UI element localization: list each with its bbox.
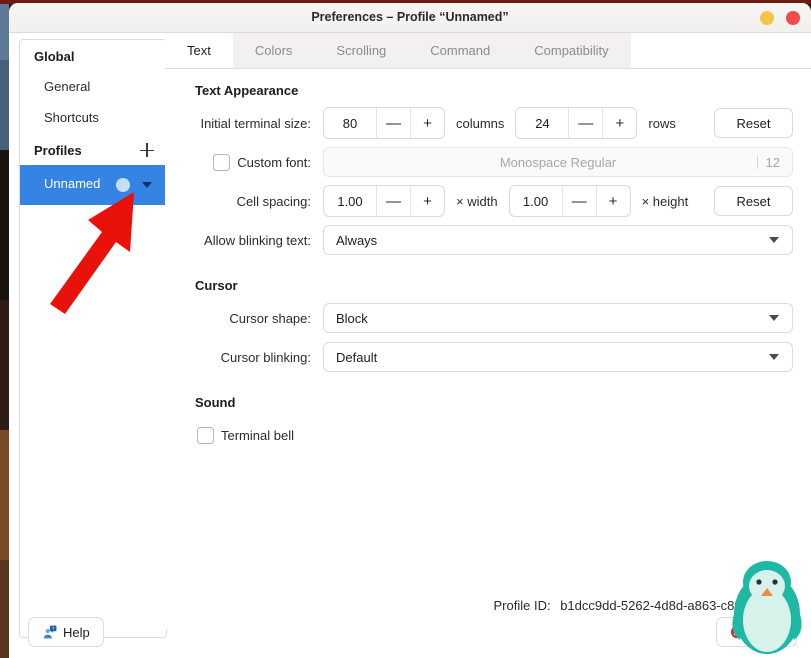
font-size-value: 12: [765, 154, 780, 170]
tab-bar-filler: [630, 33, 811, 68]
cursor-shape-select[interactable]: Block: [323, 303, 793, 333]
cell-width-stepper[interactable]: 1.00 — +: [323, 185, 445, 217]
rows-increment-button[interactable]: +: [602, 108, 636, 138]
label-initial-terminal-size: Initial terminal size:: [200, 115, 311, 131]
chevron-down-icon: [769, 315, 779, 321]
columns-unit-label: columns: [456, 115, 505, 131]
font-size-group: 12: [756, 148, 780, 176]
cell-height-stepper[interactable]: 1.00 — +: [508, 185, 631, 217]
custom-font-label-text: Custom font:: [237, 154, 311, 170]
help-button[interactable]: ? Help: [28, 617, 104, 647]
sidebar-heading-profiles: Profiles: [20, 133, 166, 165]
close-icon: [730, 625, 744, 639]
terminal-bell-checkbox[interactable]: [197, 426, 214, 444]
row-allow-blinking-text: Allow blinking text: Always: [183, 225, 793, 255]
cell-width-unit-label: × width: [456, 193, 498, 209]
cell-width-decrement-button[interactable]: —: [376, 186, 410, 216]
tab-bar: Text Colors Scrolling Command Compatibil…: [165, 33, 811, 69]
columns-decrement-button[interactable]: —: [376, 108, 410, 138]
reset-cell-spacing-button[interactable]: Reset: [714, 186, 793, 216]
font-name-value: Monospace Regular: [499, 154, 617, 170]
window-content: Global General Shortcuts Profiles Unname…: [9, 33, 811, 658]
cursor-shape-value: Block: [336, 310, 368, 326]
label-custom-font: Custom font:: [183, 153, 323, 171]
allow-blinking-text-value: Always: [336, 232, 378, 248]
cell-height-unit-label: × height: [641, 193, 689, 209]
chevron-down-icon: [769, 354, 779, 360]
font-size-separator: [756, 155, 758, 169]
sidebar-item-shortcuts[interactable]: Shortcuts: [20, 102, 166, 133]
sidebar-heading-global: Global: [34, 49, 75, 64]
desktop-background-strip: [0, 0, 9, 658]
cell-height-decrement-button[interactable]: —: [561, 186, 596, 216]
add-profile-button[interactable]: [136, 139, 158, 161]
preferences-window: Preferences – Profile “Unnamed” Global G…: [9, 3, 811, 658]
titlebar: Preferences – Profile “Unnamed”: [9, 3, 811, 33]
profile-name-label: Unnamed: [44, 176, 101, 191]
cell-width-increment-button[interactable]: +: [410, 186, 444, 216]
section-title-text-appearance: Text Appearance: [195, 83, 299, 98]
sidebar-item-general[interactable]: General: [20, 71, 166, 102]
label-allow-blinking-text: Allow blinking text:: [204, 232, 311, 248]
row-custom-font: Custom font: Monospace Regular 12: [183, 147, 793, 177]
cursor-blinking-select[interactable]: Default: [323, 342, 793, 372]
tab-scrolling[interactable]: Scrolling: [314, 33, 408, 68]
cell-width-value[interactable]: 1.00: [324, 186, 376, 216]
custom-font-checkbox[interactable]: [213, 153, 231, 171]
main-pane: Text Colors Scrolling Command Compatibil…: [165, 33, 811, 658]
allow-blinking-text-select[interactable]: Always: [323, 225, 793, 255]
chevron-down-icon[interactable]: [142, 182, 152, 188]
close-button-label: Close: [749, 624, 783, 640]
footer-bar: ? Help Close: [9, 607, 811, 658]
columns-stepper[interactable]: 80 — +: [323, 107, 445, 139]
rows-stepper[interactable]: 24 — +: [515, 107, 638, 139]
terminal-bell-label: Terminal bell: [221, 427, 294, 443]
row-cell-spacing: Cell spacing: 1.00 — + × width 1.00 — + …: [183, 185, 793, 217]
label-cell-spacing: Cell spacing:: [236, 193, 311, 209]
label-cursor-shape: Cursor shape:: [229, 310, 311, 326]
font-picker-button[interactable]: Monospace Regular 12: [323, 147, 793, 177]
tab-colors[interactable]: Colors: [233, 33, 315, 68]
cell-height-value[interactable]: 1.00: [510, 186, 562, 216]
reset-terminal-size-button[interactable]: Reset: [714, 108, 793, 138]
section-title-sound: Sound: [195, 395, 236, 410]
text-settings-form: Text Appearance Initial terminal size: 8…: [165, 69, 811, 629]
tab-compatibility[interactable]: Compatibility: [512, 33, 630, 68]
cursor-blinking-value: Default: [336, 349, 378, 365]
rows-decrement-button[interactable]: —: [568, 108, 602, 138]
tab-text[interactable]: Text: [165, 33, 233, 68]
minimize-button-icon[interactable]: [760, 11, 774, 25]
profile-edit-icon[interactable]: [116, 178, 130, 192]
window-title: Preferences – Profile “Unnamed”: [311, 10, 509, 24]
row-initial-terminal-size: Initial terminal size: 80 — + columns 24…: [183, 107, 793, 139]
columns-value[interactable]: 80: [324, 108, 376, 138]
section-title-cursor: Cursor: [195, 278, 238, 293]
sidebar-item-profile-unnamed[interactable]: Unnamed: [20, 165, 166, 205]
row-cursor-shape: Cursor shape: Block: [183, 303, 793, 333]
rows-unit-label: rows: [648, 115, 676, 131]
sidebar: Global General Shortcuts Profiles Unname…: [19, 39, 167, 638]
rows-value[interactable]: 24: [516, 108, 568, 138]
close-dialog-button[interactable]: Close: [715, 617, 797, 647]
close-window-button-icon[interactable]: [786, 11, 800, 25]
sidebar-profiles-label: Profiles: [34, 143, 82, 158]
columns-increment-button[interactable]: +: [410, 108, 444, 138]
row-terminal-bell: Terminal bell: [197, 420, 793, 450]
tab-command[interactable]: Command: [408, 33, 512, 68]
cell-height-increment-button[interactable]: +: [595, 186, 630, 216]
chevron-down-icon: [769, 237, 779, 243]
row-cursor-blinking: Cursor blinking: Default: [183, 342, 793, 372]
help-icon: ?: [42, 625, 57, 640]
help-button-label: Help: [63, 624, 90, 640]
label-cursor-blinking: Cursor blinking:: [220, 349, 311, 365]
